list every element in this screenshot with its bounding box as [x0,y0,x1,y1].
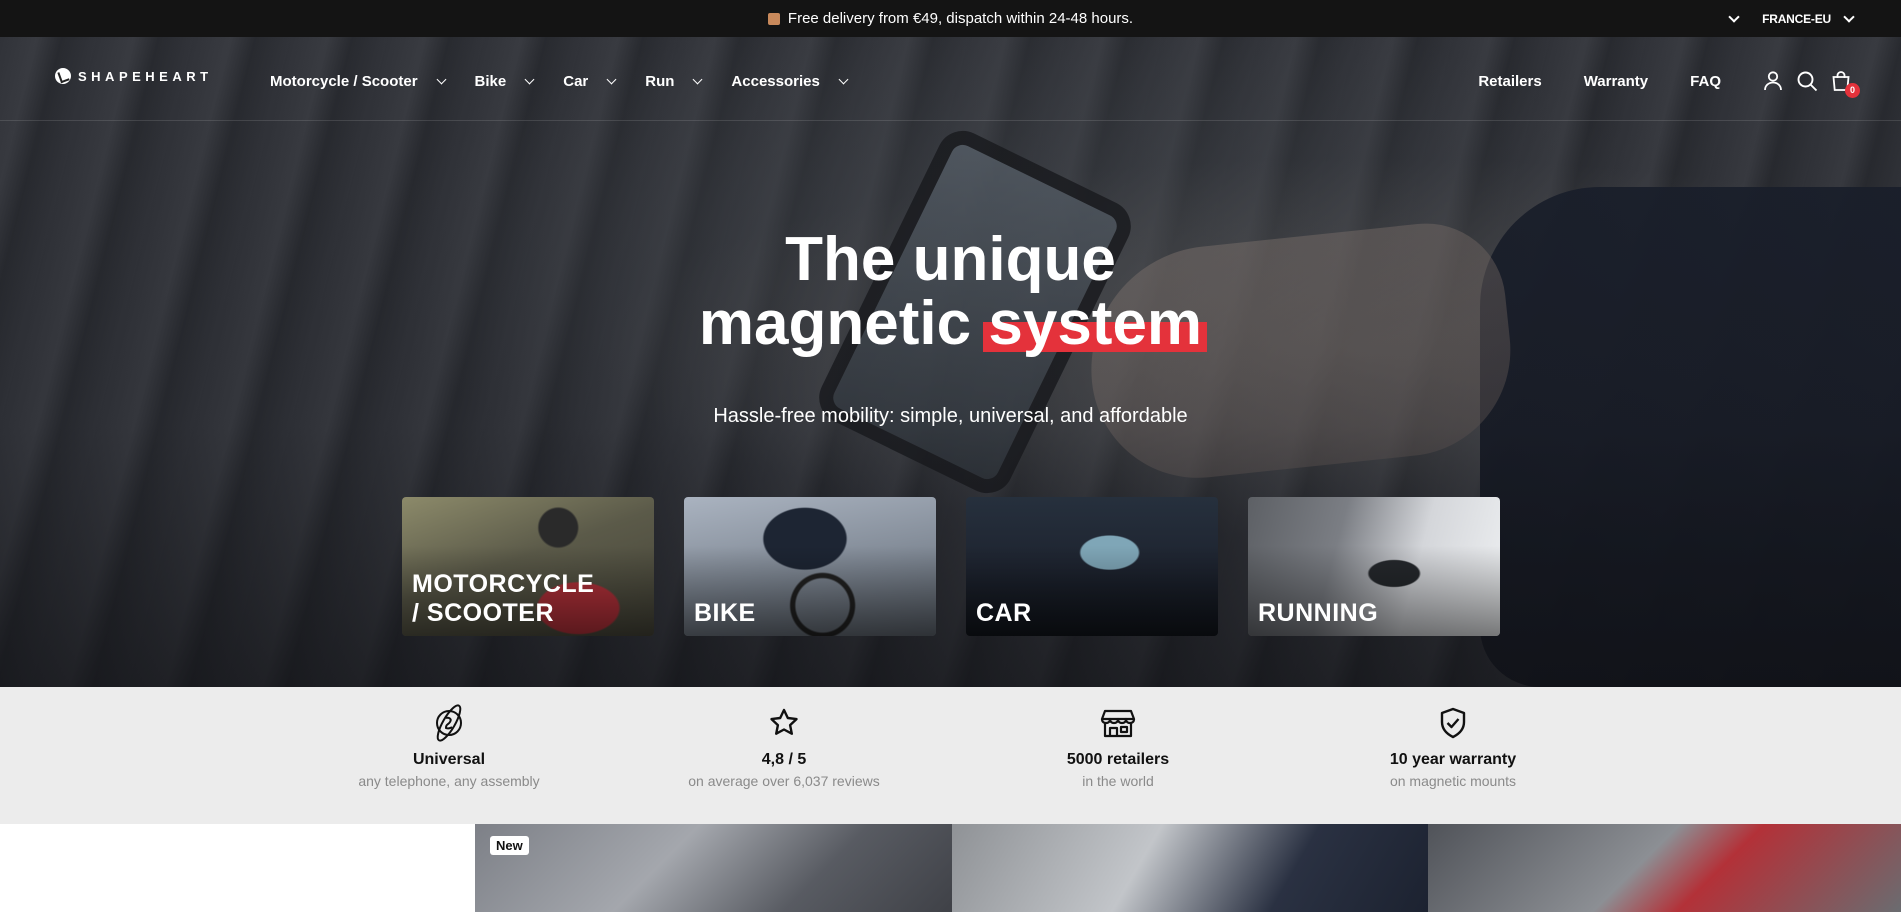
nav-item-label: Car [563,73,589,90]
nav-item-bike[interactable]: Bike [474,73,535,90]
category-tiles: MOTORCYCLE / SCOOTER BIKE CAR RUNNING [402,497,1500,636]
chevron-down-icon [1843,10,1855,23]
feature-retailers: 5000 retailers in the world [968,701,1268,789]
product-card[interactable] [952,824,1428,912]
hero-title-line2: magnetic [698,289,972,358]
globe-orbit-icon [436,704,462,742]
product-card[interactable] [0,824,475,912]
star-icon [770,708,798,735]
logo-wordmark: SHAPEHEART [78,68,213,84]
nav-item-label: Run [645,73,675,90]
retailers-link[interactable]: Retailers [1478,73,1541,90]
category-tile-running[interactable]: RUNNING [1248,497,1500,636]
announcement-text: Free delivery from €49, dispatch within … [787,10,1134,27]
chevron-down-icon[interactable] [1728,10,1740,23]
new-badge: New [490,836,529,855]
feature-universal: Universal any telephone, any assembly [299,701,599,789]
search-icon[interactable] [1795,69,1819,93]
feature-warranty: 10 year warranty on magnetic mounts [1303,701,1603,789]
store-icon [1100,709,1136,738]
region-selector[interactable]: FRANCE-EU [1762,10,1855,26]
shield-check-icon [1440,707,1466,739]
category-label-line1: MOTORCYCLE [412,570,595,598]
hero-title: The unique magnetic system [0,228,1901,356]
cart-count-badge: 0 [1845,83,1860,98]
feature-subtitle: on average over 6,037 reviews [688,773,880,789]
chevron-down-icon [436,74,446,84]
announcement-promo: Free delivery from €49, dispatch within … [767,10,1134,27]
cart-icon[interactable]: 0 [1829,69,1860,98]
category-tile-car[interactable]: CAR [966,497,1218,636]
header-actions: Retailers Warranty FAQ 0 [1478,69,1860,98]
chevron-down-icon [606,74,617,84]
logo-mark-icon [55,68,71,84]
logo[interactable]: SHAPEHEART [55,68,213,84]
chevron-down-icon [692,74,703,84]
hero-title-highlight: system [983,289,1207,358]
category-label: BIKE [694,599,756,627]
product-card[interactable] [1428,824,1901,912]
main-nav: Motorcycle / Scooter Bike Car Run Access… [270,73,877,90]
feature-title: 10 year warranty [1389,751,1517,768]
warranty-link[interactable]: Warranty [1584,73,1648,90]
nav-item-run[interactable]: Run [645,73,703,90]
nav-item-label: Bike [474,73,507,90]
region-label: FRANCE-EU [1762,11,1831,26]
site-header: SHAPEHEART Motorcycle / Scooter Bike Car… [0,37,1901,121]
chevron-down-icon [838,74,849,84]
nav-item-label: Accessories [731,73,820,90]
account-icon[interactable] [1761,69,1785,93]
hero-title-line1: The unique [785,225,1116,294]
category-label: MOTORCYCLE / SCOOTER [412,570,594,628]
product-card[interactable] [475,824,952,912]
package-icon [767,12,780,25]
feature-subtitle: any telephone, any assembly [358,773,540,789]
nav-item-label: Motorcycle / Scooter [270,73,418,90]
feature-subtitle: in the world [1082,773,1154,789]
product-row: New [0,824,1901,912]
feature-subtitle: on magnetic mounts [1389,773,1517,789]
nav-item-motorcycle-scooter[interactable]: Motorcycle / Scooter [270,73,446,90]
nav-item-car[interactable]: Car [563,73,617,90]
hero-subtitle: Hassle-free mobility: simple, universal,… [713,405,1188,427]
feature-title: 5000 retailers [1066,751,1170,768]
feature-rating: 4,8 / 5 on average over 6,037 reviews [634,701,934,789]
category-tile-motorcycle-scooter[interactable]: MOTORCYCLE / SCOOTER [402,497,654,636]
features-strip: Universal any telephone, any assembly 4,… [0,687,1901,824]
nav-item-accessories[interactable]: Accessories [731,73,849,90]
category-tile-bike[interactable]: BIKE [684,497,936,636]
faq-link[interactable]: FAQ [1690,73,1721,90]
category-label: CAR [976,599,1032,627]
announcement-bar: Free delivery from €49, dispatch within … [0,0,1901,37]
feature-title: Universal [412,751,486,768]
feature-title: 4,8 / 5 [761,751,807,768]
chevron-down-icon [524,74,535,84]
category-label-line2: / SCOOTER [412,599,555,627]
category-label: RUNNING [1258,599,1379,627]
